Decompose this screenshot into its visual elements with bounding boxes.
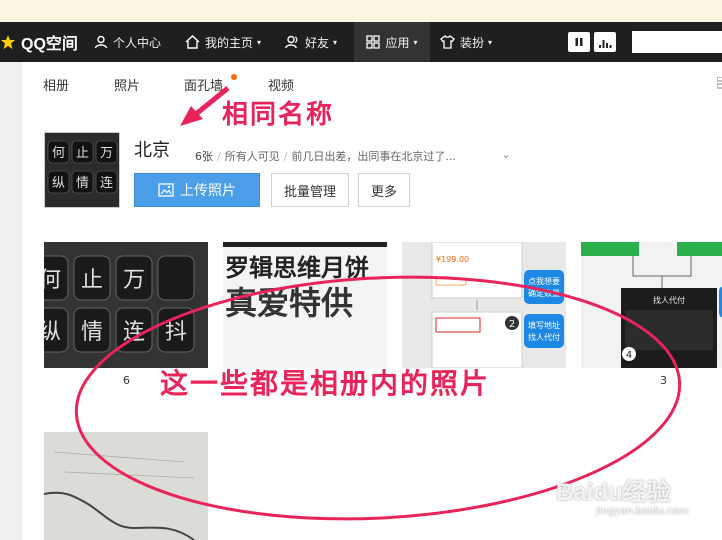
annotation-photos-in-album: 这一些都是相册内的照片 — [160, 367, 491, 400]
annotation-same-name: 相同名称 — [222, 100, 335, 130]
watermark-url: jingyan.baidu.com — [596, 506, 689, 517]
watermark-logo: Baidu经验 — [556, 479, 671, 506]
annotation-overlay — [74, 86, 682, 521]
